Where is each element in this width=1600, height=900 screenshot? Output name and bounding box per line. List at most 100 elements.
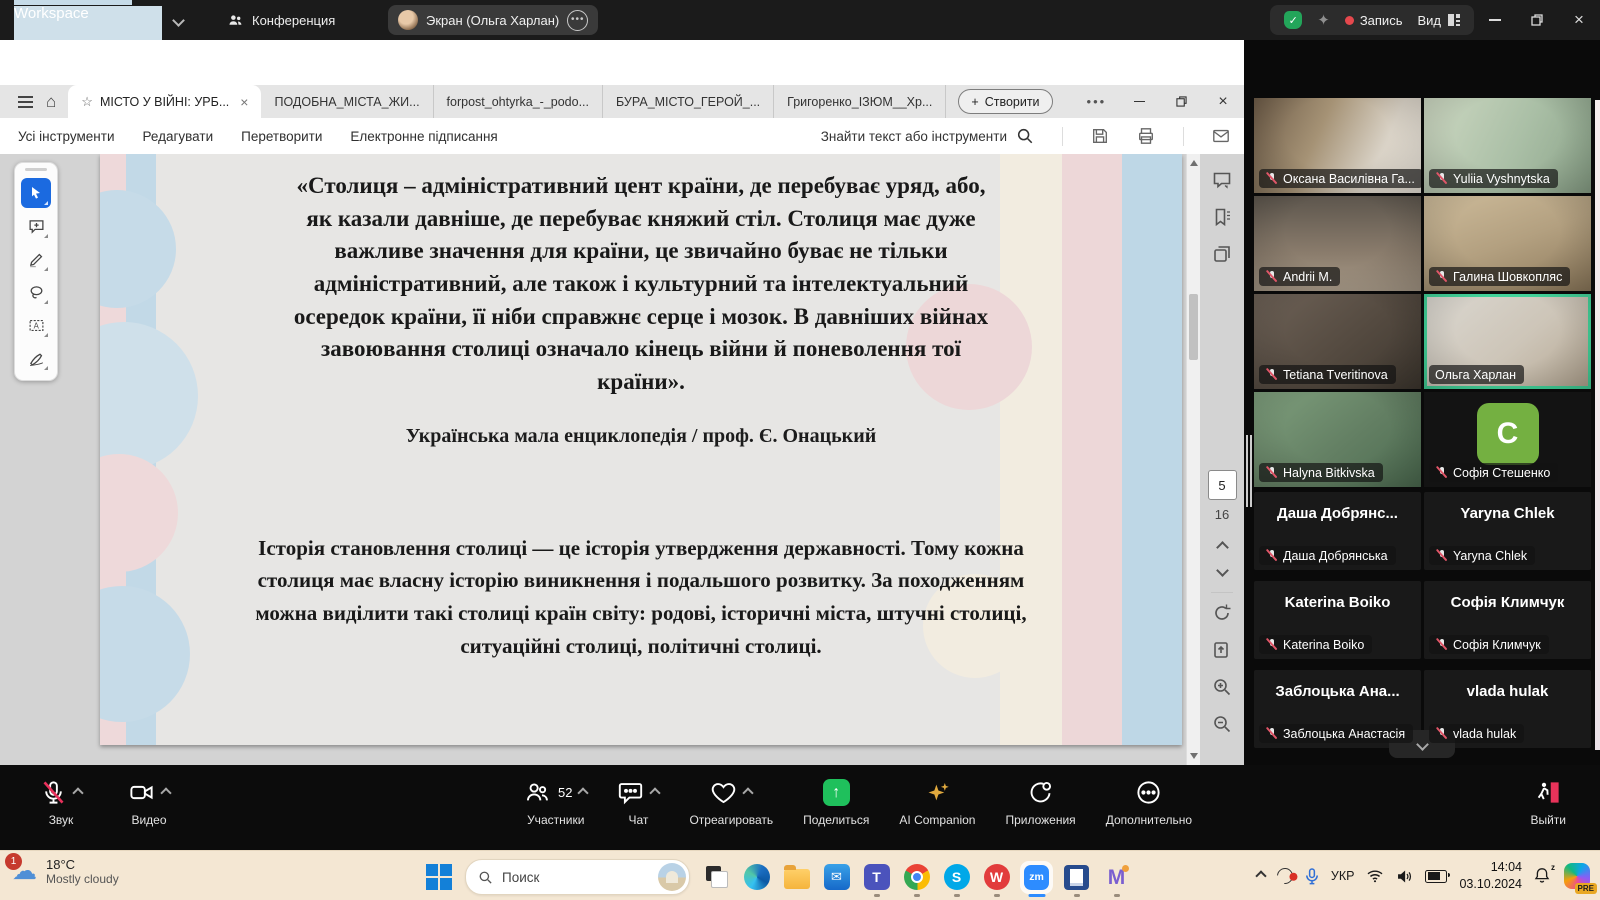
tab-shared-screen[interactable]: Экран (Ольга Харлан) ••• xyxy=(388,5,598,35)
taskbar-search[interactable]: Поиск xyxy=(465,859,690,895)
video-tile[interactable]: Оксана Василівна Га... xyxy=(1254,98,1421,193)
volume-icon[interactable] xyxy=(1396,869,1413,884)
recording-tray-icon[interactable] xyxy=(1274,865,1297,888)
pdf-close-button[interactable]: × xyxy=(1202,85,1244,118)
recording-indicator[interactable]: Запись xyxy=(1345,13,1403,28)
reader-app[interactable] xyxy=(1063,864,1090,891)
react-button[interactable]: Отреагировать xyxy=(689,779,773,827)
menu-all-tools[interactable]: Усі інструменти xyxy=(18,129,114,144)
video-options-icon[interactable] xyxy=(160,787,171,798)
audio-button[interactable]: Звук xyxy=(40,779,82,827)
video-tile-active-speaker[interactable]: Ольга Харлан xyxy=(1424,294,1591,389)
chat-button[interactable]: Чат xyxy=(617,779,659,827)
signature-tool[interactable] xyxy=(21,343,51,373)
file-explorer-app[interactable] xyxy=(783,864,810,891)
ai-sparkle-icon[interactable]: ✦ xyxy=(1317,11,1330,29)
security-shield-icon[interactable]: ✓ xyxy=(1284,11,1302,29)
comments-icon[interactable] xyxy=(1212,170,1232,190)
zoom-in-icon[interactable] xyxy=(1212,677,1232,697)
pdf-search[interactable]: Знайти текст або інструменти xyxy=(821,127,1034,145)
pdf-tab[interactable]: ПОДОБНА_МІСТА_ЖИ... xyxy=(261,85,433,118)
search-highlight-image[interactable] xyxy=(658,863,686,891)
chat-options-icon[interactable] xyxy=(650,787,661,798)
scroll-thumb[interactable] xyxy=(1189,294,1198,360)
tab-overflow-icon[interactable]: ••• xyxy=(1087,94,1107,109)
participant-tile[interactable]: vlada hulak vlada hulak xyxy=(1424,670,1591,748)
participant-tile[interactable]: Даша Добрянс... Даша Добрянська xyxy=(1254,492,1421,570)
menu-hamburger-icon[interactable] xyxy=(18,101,33,103)
workspace-chevron-icon[interactable] xyxy=(172,14,185,27)
tab-close-icon[interactable]: × xyxy=(240,94,248,110)
edge-app[interactable] xyxy=(743,864,770,891)
apps-button[interactable]: Приложения xyxy=(1005,779,1075,827)
battery-icon[interactable] xyxy=(1425,870,1447,883)
copilot-icon[interactable]: PRE xyxy=(1564,863,1590,889)
start-button[interactable] xyxy=(425,864,452,891)
screen-options-icon[interactable]: ••• xyxy=(567,10,588,31)
scroll-up-icon[interactable] xyxy=(1190,160,1198,166)
pdf-minimize-button[interactable] xyxy=(1118,85,1160,118)
prev-page-icon[interactable] xyxy=(1216,541,1229,554)
pdf-tab[interactable]: БУРА_МІСТО_ГЕРОЙ_... xyxy=(603,85,774,118)
participants-options-icon[interactable] xyxy=(578,787,589,798)
audio-options-icon[interactable] xyxy=(72,787,83,798)
highlight-tool[interactable] xyxy=(21,244,51,274)
scroll-down-icon[interactable] xyxy=(1190,753,1198,759)
more-button[interactable]: Дополнительно xyxy=(1106,779,1192,827)
mail-icon[interactable] xyxy=(1212,127,1230,145)
window-restore-button[interactable] xyxy=(1516,0,1558,40)
export-page-icon[interactable] xyxy=(1212,640,1232,660)
menu-edit[interactable]: Редагувати xyxy=(142,129,213,144)
notification-bell-icon[interactable]: z xyxy=(1534,867,1552,885)
participant-tile[interactable]: Katerina Boiko Katerina Boiko xyxy=(1254,581,1421,659)
leave-button[interactable]: Выйти xyxy=(1530,779,1566,827)
weather-widget[interactable]: ☁1 18°C Mostly cloudy xyxy=(12,857,119,886)
video-tile[interactable]: Yuliia Vyshnytska xyxy=(1424,98,1591,193)
comment-tool[interactable] xyxy=(21,211,51,241)
pdf-tab[interactable]: forpost_ohtyrka_-_podo... xyxy=(434,85,603,118)
save-icon[interactable] xyxy=(1091,127,1109,145)
hidden-icons-chevron[interactable] xyxy=(1255,870,1266,881)
bookmarks-icon[interactable] xyxy=(1212,207,1232,227)
clock[interactable]: 14:04 03.10.2024 xyxy=(1459,859,1522,893)
document-scrollbar[interactable] xyxy=(1186,154,1200,765)
text-select-tool[interactable]: A xyxy=(21,310,51,340)
window-minimize-button[interactable] xyxy=(1474,0,1516,40)
pdf-tab[interactable]: Григоренко_ІЗЮМ__Хр... xyxy=(774,85,946,118)
video-tile[interactable]: Andrii M. xyxy=(1254,196,1421,291)
share-button[interactable]: ↑ Поделиться xyxy=(803,779,869,827)
panel-resize-grip[interactable] xyxy=(1246,435,1248,507)
skype-app[interactable]: S xyxy=(943,864,970,891)
zoom-app-active[interactable]: zm xyxy=(1023,864,1050,891)
menu-convert[interactable]: Перетворити xyxy=(241,129,322,144)
video-tile[interactable]: Tetiana Tveritinova xyxy=(1254,294,1421,389)
video-tile[interactable]: Halyna Bitkivska xyxy=(1254,392,1421,487)
task-view-button[interactable] xyxy=(703,864,730,891)
participants-button[interactable]: 52 Участники xyxy=(524,779,587,827)
language-indicator[interactable]: УКР xyxy=(1331,869,1355,883)
pdf-restore-button[interactable] xyxy=(1160,85,1202,118)
print-icon[interactable] xyxy=(1137,127,1155,145)
react-options-icon[interactable] xyxy=(743,787,754,798)
mail-app[interactable]: ✉ xyxy=(823,864,850,891)
teams-app[interactable]: T xyxy=(863,864,890,891)
zoom-out-icon[interactable] xyxy=(1212,714,1232,734)
wps-app[interactable]: W xyxy=(983,864,1010,891)
video-tile[interactable]: C Софія Стешенко xyxy=(1424,392,1591,487)
tab-meeting[interactable]: Конференция xyxy=(227,12,335,29)
lasso-tool[interactable] xyxy=(21,277,51,307)
tray-mic-icon[interactable] xyxy=(1305,868,1319,885)
menu-esign[interactable]: Електронне підписання xyxy=(350,129,497,144)
pdf-tab-active[interactable]: ☆ МІСТО У ВІЙНІ: УРБ... × xyxy=(68,85,261,118)
select-tool[interactable] xyxy=(21,178,51,208)
create-tab-button[interactable]: + Створити xyxy=(958,89,1052,114)
palette-handle[interactable] xyxy=(25,168,47,171)
participant-tile[interactable]: Заблоцька Ана... Заблоцька Анастасія xyxy=(1254,670,1421,748)
next-page-icon[interactable] xyxy=(1216,564,1229,577)
view-button[interactable]: Вид xyxy=(1417,13,1460,28)
page-thumbnails-icon[interactable] xyxy=(1212,244,1232,264)
home-icon[interactable]: ⌂ xyxy=(46,92,56,112)
video-button[interactable]: Видео xyxy=(128,779,170,827)
m-office-app[interactable]: M xyxy=(1103,864,1130,891)
participant-tile[interactable]: Yaryna Chlek Yaryna Chlek xyxy=(1424,492,1591,570)
